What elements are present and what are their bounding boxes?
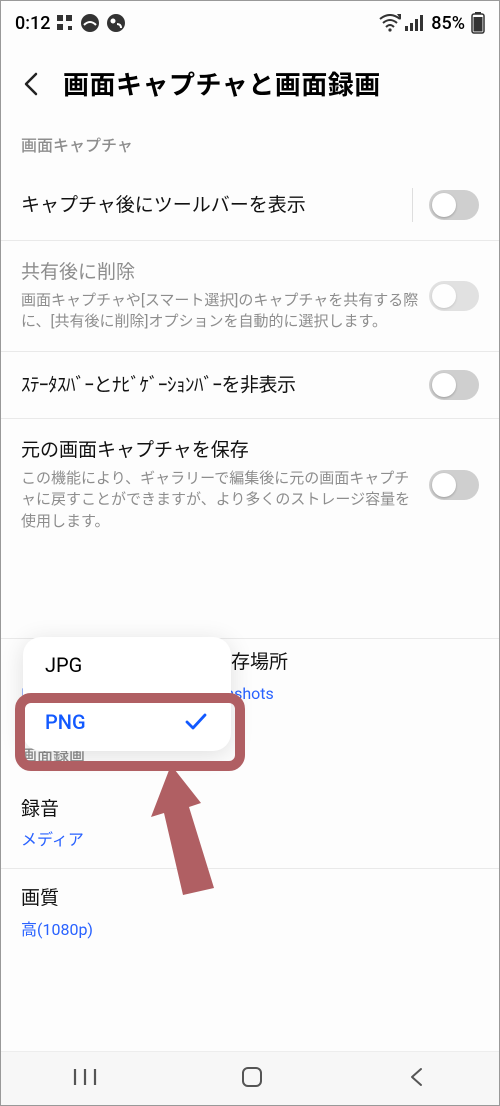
row-delete-after-share[interactable]: 共有後に削除 画面キャプチャや[スマート選択]のキャプチャを共有する際に、[共有… — [1, 241, 499, 352]
row-title: ｽﾃｰﾀｽﾊﾞｰとﾅﾋﾞｹﾞｰｼｮﾝﾊﾞｰを非表示 — [21, 372, 419, 399]
toggle-save-original[interactable] — [429, 470, 479, 500]
header: 画面キャプチャと画面録画 — [1, 45, 499, 130]
battery-icon — [471, 12, 485, 34]
row-quality[interactable]: 画質 高(1080p) — [1, 869, 499, 958]
row-hide-bars[interactable]: ｽﾃｰﾀｽﾊﾞｰとﾅﾋﾞｹﾞｰｼｮﾝﾊﾞｰを非表示 — [1, 352, 499, 419]
nav-recents-button[interactable] — [72, 1067, 98, 1091]
nav-back-icon — [406, 1066, 428, 1088]
status-notif-icon — [56, 14, 74, 32]
status-time: 0:12 — [15, 13, 50, 34]
popup-option-png[interactable]: PNG — [23, 693, 231, 751]
battery-pct: 85% — [431, 13, 465, 34]
status-bar: 0:12 85% — [1, 1, 499, 45]
format-popup: JPG PNG — [23, 637, 231, 751]
nav-home-button[interactable] — [240, 1065, 264, 1093]
row-value: 高(1080p) — [21, 916, 479, 940]
row-format-hidden[interactable] — [1, 551, 499, 639]
row-value: メディア — [21, 826, 479, 850]
popup-option-jpg[interactable]: JPG — [23, 637, 231, 693]
row-title: キャプチャ後にツールバーを表示 — [21, 192, 402, 219]
chevron-left-icon — [19, 71, 45, 97]
row-title: 元の画面キャプチャを保存 — [21, 437, 419, 464]
back-button[interactable] — [15, 67, 49, 101]
section-label-capture: 画面キャプチャ — [1, 130, 499, 170]
row-title: 録音 — [21, 796, 479, 823]
toggle-toolbar[interactable] — [429, 190, 479, 220]
recents-icon — [72, 1067, 98, 1087]
row-title: 共有後に削除 — [21, 259, 419, 286]
status-app1-icon — [80, 13, 100, 33]
row-subtitle: 画面キャプチャや[スマート選択]のキャプチャを共有する際に、[共有後に削除]オプ… — [21, 290, 419, 334]
row-title: 画質 — [21, 885, 479, 912]
check-icon — [183, 709, 209, 735]
divider — [412, 188, 413, 222]
toggle-hide-bars[interactable] — [429, 370, 479, 400]
page-title: 画面キャプチャと画面録画 — [63, 65, 381, 102]
row-save-original[interactable]: 元の画面キャプチャを保存 この機能により、ギャラリーで編集後に元の画面キャプチャ… — [1, 419, 499, 551]
signal-icon — [405, 15, 425, 31]
row-subtitle: この機能により、ギャラリーで編集後に元の画面キャプチャに戻すことができますが、よ… — [21, 468, 419, 533]
popup-option-label: JPG — [45, 653, 82, 677]
row-audio[interactable]: 録音 メディア — [1, 780, 499, 870]
nav-back-button[interactable] — [406, 1066, 428, 1092]
status-app2-icon — [106, 13, 126, 33]
row-toolbar-after-capture[interactable]: キャプチャ後にツールバーを表示 — [1, 170, 499, 241]
toggle-delete-after-share[interactable] — [429, 281, 479, 311]
home-icon — [240, 1065, 264, 1089]
status-right: 85% — [379, 12, 485, 34]
android-navbar — [1, 1051, 499, 1105]
popup-option-label: PNG — [45, 710, 86, 734]
status-left: 0:12 — [15, 13, 126, 34]
wifi-icon — [379, 14, 401, 32]
